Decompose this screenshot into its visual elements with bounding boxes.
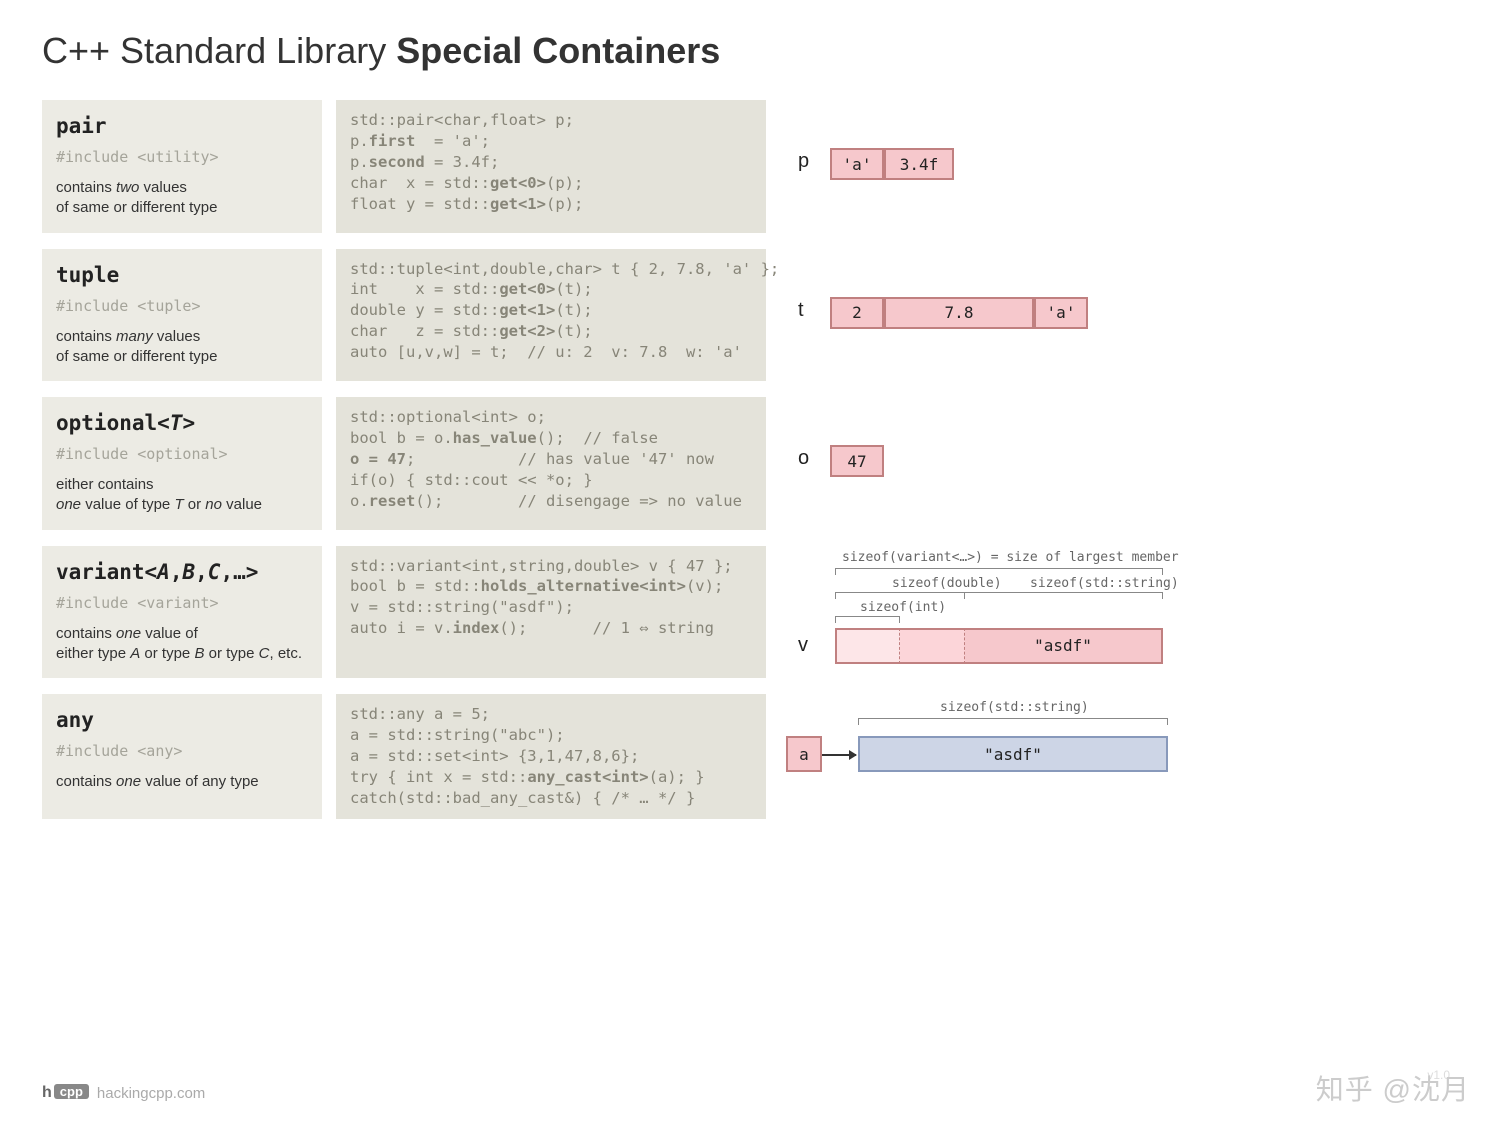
memory-cell: 47: [830, 445, 884, 477]
code-example: std::tuple<int,double,char> t { 2, 7.8, …: [336, 249, 766, 382]
container-row: optional<T> #include <optional> either con…: [42, 397, 1458, 530]
container-diagram: o 47: [780, 397, 1458, 530]
size-note: sizeof(std::string): [940, 700, 1089, 715]
footer-logo-box: cpp: [54, 1084, 89, 1099]
code-example: std::any a = 5; a = std::string("abc"); …: [336, 694, 766, 819]
footer-logo-h: h: [42, 1084, 52, 1101]
code-example: std::pair<char,float> p; p.first = 'a'; …: [336, 100, 766, 233]
container-description: either containsone value of type T or no…: [56, 475, 308, 516]
container-name: optional<T>: [56, 411, 308, 435]
container-diagram: sizeof(std::string) a "asdf": [780, 694, 1458, 819]
code-example: std::optional<int> o; bool b = o.has_val…: [336, 397, 766, 530]
arrow-icon: [822, 754, 856, 756]
memory-cell: [835, 628, 900, 664]
container-row: variant<A,B,C,…> #include <variant> contai…: [42, 546, 1458, 679]
brace-icon: [835, 616, 900, 622]
watermark: 知乎 @沈月: [1316, 1068, 1470, 1108]
var-label: t: [798, 299, 804, 322]
container-name: pair: [56, 114, 308, 138]
size-note: sizeof(double): [892, 576, 1002, 591]
container-description: contains two valuesof same or different …: [56, 178, 308, 219]
var-label: p: [798, 150, 809, 173]
footer-site: hackingcpp.com: [97, 1085, 205, 1102]
brace-icon: [858, 718, 1168, 724]
brace-icon: [835, 592, 1163, 598]
size-note: sizeof(std::string): [1030, 576, 1179, 591]
memory-cell: [900, 628, 965, 664]
container-name: variant<A,B,C,…>: [56, 560, 308, 584]
include-directive: #include <optional>: [56, 445, 308, 463]
size-note: sizeof(variant<…>) = size of largest mem…: [842, 550, 1179, 565]
code-example: std::variant<int,string,double> v { 47 }…: [336, 546, 766, 679]
container-description: contains one value ofeither type A or ty…: [56, 624, 308, 665]
container-info: pair #include <utility> contains two value…: [42, 100, 322, 233]
container-info: tuple #include <tuple> contains many value…: [42, 249, 322, 382]
var-label: o: [798, 447, 809, 470]
include-directive: #include <any>: [56, 742, 308, 760]
size-note: sizeof(int): [860, 600, 946, 615]
container-diagram: t 27.8'a': [780, 249, 1458, 382]
container-diagram: p 'a'3.4f: [780, 100, 1458, 233]
footer: hcpp hackingcpp.com: [42, 1084, 205, 1102]
include-directive: #include <variant>: [56, 594, 308, 612]
container-name: tuple: [56, 263, 308, 287]
page-title: C++ Standard Library Special Containers: [42, 30, 1458, 72]
memory-cell: 2: [830, 297, 884, 329]
container-description: contains many valuesof same or different…: [56, 327, 308, 368]
memory-cell: 3.4f: [884, 148, 954, 180]
container-row: tuple #include <tuple> contains many value…: [42, 249, 1458, 382]
footer-logo: hcpp: [42, 1084, 89, 1102]
brace-icon: [835, 568, 1163, 574]
title-bold: Special Containers: [396, 30, 720, 71]
container-description: contains one value of any type: [56, 772, 308, 792]
include-directive: #include <tuple>: [56, 297, 308, 315]
container-row: any #include <any> contains one value of a…: [42, 694, 1458, 819]
memory-cell: 'a': [1034, 297, 1088, 329]
memory-cell: 7.8: [884, 297, 1034, 329]
include-directive: #include <utility>: [56, 148, 308, 166]
container-info: variant<A,B,C,…> #include <variant> contai…: [42, 546, 322, 679]
memory-cell: "asdf": [858, 736, 1168, 772]
title-prefix: C++ Standard Library: [42, 30, 396, 71]
container-name: any: [56, 708, 308, 732]
memory-cell: 'a': [830, 148, 884, 180]
var-label: v: [798, 634, 808, 657]
container-diagram: sizeof(variant<…>) = size of largest mem…: [780, 546, 1458, 679]
memory-cell: a: [786, 736, 822, 772]
memory-cell: "asdf": [965, 628, 1163, 664]
container-info: optional<T> #include <optional> either con…: [42, 397, 322, 530]
container-info: any #include <any> contains one value of a…: [42, 694, 322, 819]
container-row: pair #include <utility> contains two value…: [42, 100, 1458, 233]
